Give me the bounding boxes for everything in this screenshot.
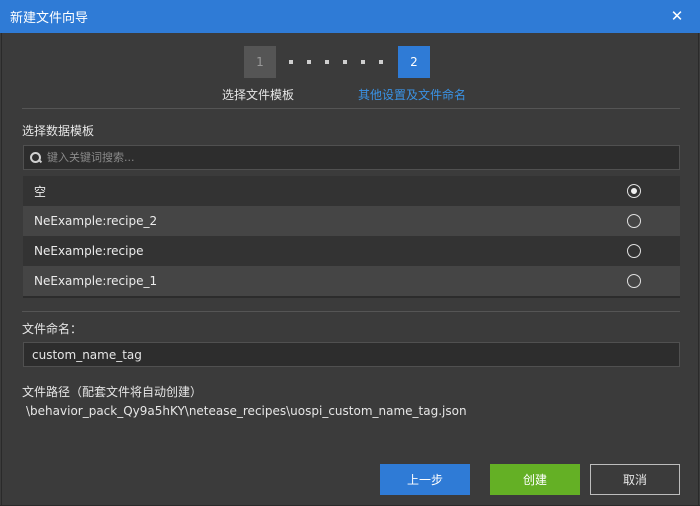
radio-unselected[interactable] [627, 214, 641, 228]
cancel-button[interactable]: 取消 [590, 464, 680, 495]
list-item-label: NeExample:recipe_1 [34, 274, 158, 288]
file-name-label: 文件命名： [22, 322, 83, 336]
list-item[interactable]: NeExample:recipe [23, 236, 680, 266]
wizard-dialog: 1 2 选择文件模板 其他设置及文件命名 选择数据模板 空 NeExample:… [1, 33, 699, 505]
list-item-label: 空 [34, 184, 47, 199]
template-search[interactable] [23, 145, 680, 170]
file-path-label: 文件路径（配套文件将自动创建） [22, 385, 203, 399]
divider [22, 311, 680, 312]
list-item[interactable]: 空 [23, 176, 680, 206]
create-button[interactable]: 创建 [490, 464, 580, 495]
radio-unselected[interactable] [627, 244, 641, 258]
close-icon[interactable]: ✕ [668, 7, 686, 25]
file-path-value: \behavior_pack_Qy9a5hKY\netease_recipes\… [26, 404, 467, 418]
radio-selected[interactable] [627, 184, 641, 198]
list-item-label: NeExample:recipe_2 [34, 214, 158, 228]
step-1-indicator: 1 [244, 46, 276, 78]
file-name-input[interactable] [23, 342, 680, 367]
template-list: 空 NeExample:recipe_2 NeExample:recipe Ne… [23, 176, 680, 298]
radio-unselected[interactable] [627, 274, 641, 288]
template-section-label: 选择数据模板 [22, 124, 95, 138]
step-progress-dots [289, 60, 387, 64]
list-item[interactable]: NeExample:recipe_2 [23, 206, 680, 236]
previous-step-button[interactable]: 上一步 [380, 464, 470, 495]
title-bar: 新建文件向导 ✕ [0, 0, 700, 33]
divider [22, 108, 680, 109]
search-input[interactable] [47, 151, 647, 164]
step-1-label: 选择文件模板 [222, 88, 295, 102]
window-title: 新建文件向导 [10, 11, 89, 26]
step-2-label: 其他设置及文件命名 [358, 88, 467, 102]
step-2-indicator: 2 [398, 46, 430, 78]
list-item[interactable]: NeExample:recipe_1 [23, 266, 680, 296]
search-icon [30, 151, 42, 164]
list-item-label: NeExample:recipe [34, 244, 144, 258]
